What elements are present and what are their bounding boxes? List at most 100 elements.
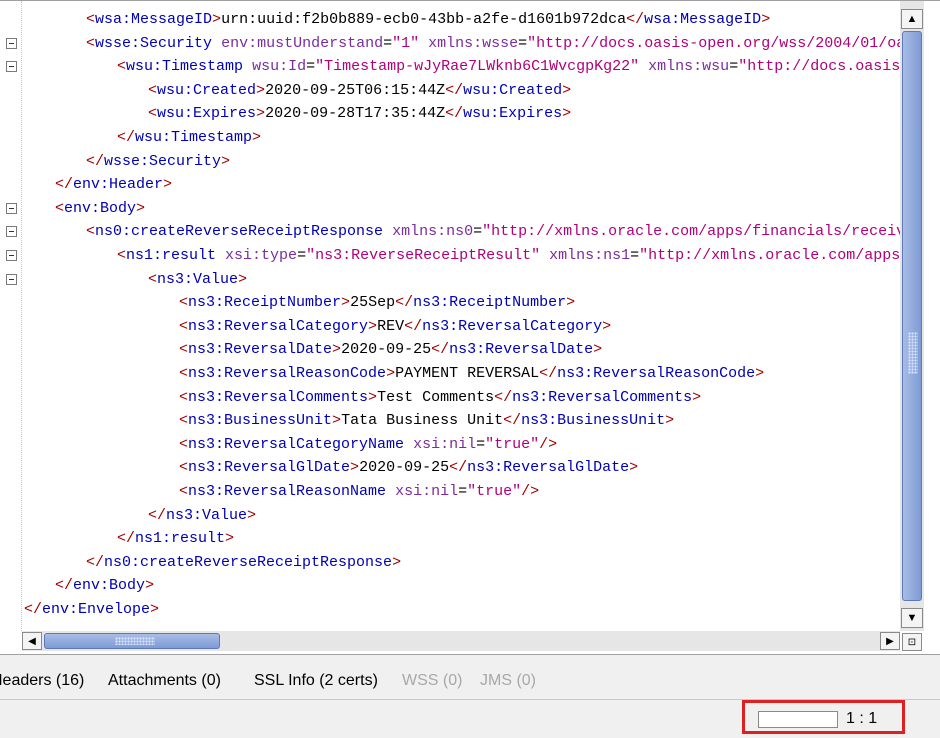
xml-token-tag: </ (431, 341, 450, 359)
fold-collapse-icon[interactable] (6, 37, 17, 49)
xml-token-name: wsu:Timestamp (135, 129, 253, 146)
corner-resize-icon[interactable]: ⊡ (902, 633, 922, 651)
xml-token-tag: > (252, 129, 262, 146)
code-line: </wsu:Timestamp> (117, 126, 261, 150)
tab-jms[interactable]: JMS (0) (480, 670, 536, 692)
xml-token-tag: > (602, 317, 612, 335)
xml-token-text: = (297, 247, 307, 264)
xml-code-area[interactable]: < wsa:MessageID > urn:uuid:f2b0b889-ecb0-43… (0, 1, 900, 631)
xml-token-tag: > (150, 601, 160, 618)
tab-headers[interactable]: Headers (16) (0, 670, 84, 692)
xml-token-text: = (473, 223, 483, 241)
xml-token-tag: > (368, 317, 378, 335)
xml-token-name: env:Body (73, 577, 146, 595)
xml-token-val: "http://docs.oasis-open.org/wss/2004/01/… (527, 34, 900, 52)
xml-token-tag: > (350, 459, 360, 477)
xml-token-text: = (630, 247, 640, 264)
xml-token-tag: > (332, 341, 342, 359)
fold-collapse-icon[interactable] (6, 226, 17, 238)
scroll-right-arrow-icon[interactable]: ▶ (880, 632, 900, 650)
scroll-left-arrow-icon[interactable]: ◀ (22, 632, 42, 650)
xml-token-name: env:Header (73, 176, 164, 194)
xml-token-tag: </ (503, 412, 522, 430)
xml-token-name: ns3:ReversalCategoryName (188, 435, 405, 453)
xml-token-tag: </ (449, 459, 468, 477)
xml-token-text: 2020-09-25T06:15:44Z (265, 81, 446, 99)
xml-token-tag: < (148, 81, 158, 99)
status-progress-field (758, 711, 838, 728)
cursor-position-indicator: 1 : 1 (846, 710, 878, 727)
xml-token-name: wsse:Security (104, 152, 222, 170)
code-line: <ns1:result xsi:type="ns3:ReverseReceipt… (117, 244, 900, 268)
xml-token-tag: /> (521, 483, 540, 500)
fold-collapse-icon[interactable] (6, 250, 17, 261)
xml-token-name: ns3:ReversalGlDate (188, 459, 351, 477)
xml-token-tag: > (562, 81, 572, 99)
xml-token-tag: </ (55, 577, 74, 595)
tab-ssl-info[interactable]: SSL Info (2 certs) (254, 670, 378, 692)
xml-token-tag: </ (445, 105, 464, 123)
xml-token-text: REV (377, 317, 405, 335)
xml-token-tag: < (179, 317, 189, 335)
xml-token-name: wsu:Timestamp (126, 58, 244, 76)
code-line: <wsu:Timestamp wsu:Id="Timestamp-wJyRae7… (117, 55, 900, 79)
xml-token-text (243, 58, 252, 75)
xml-token-tag: < (117, 247, 127, 264)
tab-wss[interactable]: WSS (0) (402, 670, 462, 692)
xml-token-val: "1" (392, 34, 420, 52)
scroll-down-arrow-icon[interactable]: ▼ (901, 608, 923, 628)
xml-token-text (216, 247, 225, 264)
scroll-up-arrow-icon[interactable]: ▲ (901, 9, 923, 29)
code-line: <ns3:ReversalDate>2020-09-25</ns3:Revers… (179, 338, 602, 362)
xml-token-name: ns3:ReversalDate (188, 341, 333, 359)
xml-token-val: "http://docs.oasis-open.org/wss/2004/01/… (738, 58, 900, 76)
xml-token-tag: </ (539, 365, 558, 382)
xml-token-text: = (458, 483, 468, 500)
xml-token-tag: > (593, 341, 603, 359)
xml-token-tag: < (86, 223, 96, 241)
vertical-scrollbar[interactable]: ▲ ▼ (900, 1, 924, 631)
tab-attachments[interactable]: Attachments (0) (108, 670, 221, 692)
code-line: <ns0:createReverseReceiptResponse xmlns:… (86, 220, 900, 244)
xml-token-tag: </ (86, 553, 105, 571)
xml-token-attr: xmlns:wsse (428, 34, 519, 52)
xml-token-tag: </ (395, 294, 414, 312)
code-line: <ns3:ReversalCategory>REV</ns3:ReversalC… (179, 315, 611, 339)
xml-response-editor[interactable]: < wsa:MessageID > urn:uuid:f2b0b889-ecb0-43… (0, 0, 940, 655)
xml-token-name: wsa:MessageID (644, 11, 762, 28)
xml-token-tag: </ (494, 388, 513, 406)
fold-collapse-icon[interactable] (6, 273, 17, 285)
xml-token-tag: < (179, 388, 189, 406)
code-line: </env:Body> (55, 574, 154, 598)
xml-token-attr: env:mustUnderstand (221, 34, 384, 52)
code-line: <ns3:ReversalComments>Test Comments</ns3… (179, 386, 701, 410)
xml-token-name: ns3:ReversalComments (188, 388, 369, 406)
xml-token-tag: > (225, 530, 235, 548)
xml-token-tag: > (256, 105, 266, 123)
code-line: <wsse:Security env:mustUnderstand="1" xm… (86, 32, 900, 56)
xml-token-name: ns3:BusinessUnit (188, 412, 333, 430)
xml-token-tag: > (629, 459, 639, 477)
xml-token-tag: </ (86, 152, 105, 170)
code-line: <wsa:MessageID>urn:uuid:f2b0b889-ecb0-43… (86, 8, 770, 32)
xml-token-name: wsse:Security (95, 34, 213, 52)
horizontal-scroll-thumb[interactable] (44, 633, 220, 649)
horizontal-scrollbar[interactable]: ◀ ▶ (22, 631, 900, 651)
xml-token-tag: </ (117, 530, 136, 548)
xml-token-text: urn:uuid:f2b0b889-ecb0-43bb-a2fe-d1601b9… (221, 11, 627, 28)
code-line: </env:Header> (55, 173, 172, 197)
code-line: <ns3:BusinessUnit>Tata Business Unit</ns… (179, 409, 674, 433)
xml-token-name: ns3:ReversalDate (449, 341, 594, 359)
xml-token-name: wsu:Created (463, 81, 563, 99)
xml-token-tag: < (86, 11, 96, 28)
xml-token-name: ns0:createReverseReceiptResponse (104, 553, 393, 571)
vertical-scroll-thumb[interactable] (902, 31, 922, 601)
fold-collapse-icon[interactable] (6, 61, 17, 73)
xml-token-tag: > (755, 365, 765, 382)
xml-token-name: ns3:ReversalCategory (422, 317, 603, 335)
xml-token-val: "http://xmlns.oracle.com/apps/financials… (639, 247, 900, 264)
code-line: <wsu:Expires>2020-09-28T17:35:44Z</wsu:E… (148, 102, 571, 126)
code-line: <wsu:Created>2020-09-25T06:15:44Z</wsu:C… (148, 79, 571, 103)
fold-collapse-icon[interactable] (6, 202, 17, 214)
code-line: </env:Envelope> (24, 598, 159, 622)
